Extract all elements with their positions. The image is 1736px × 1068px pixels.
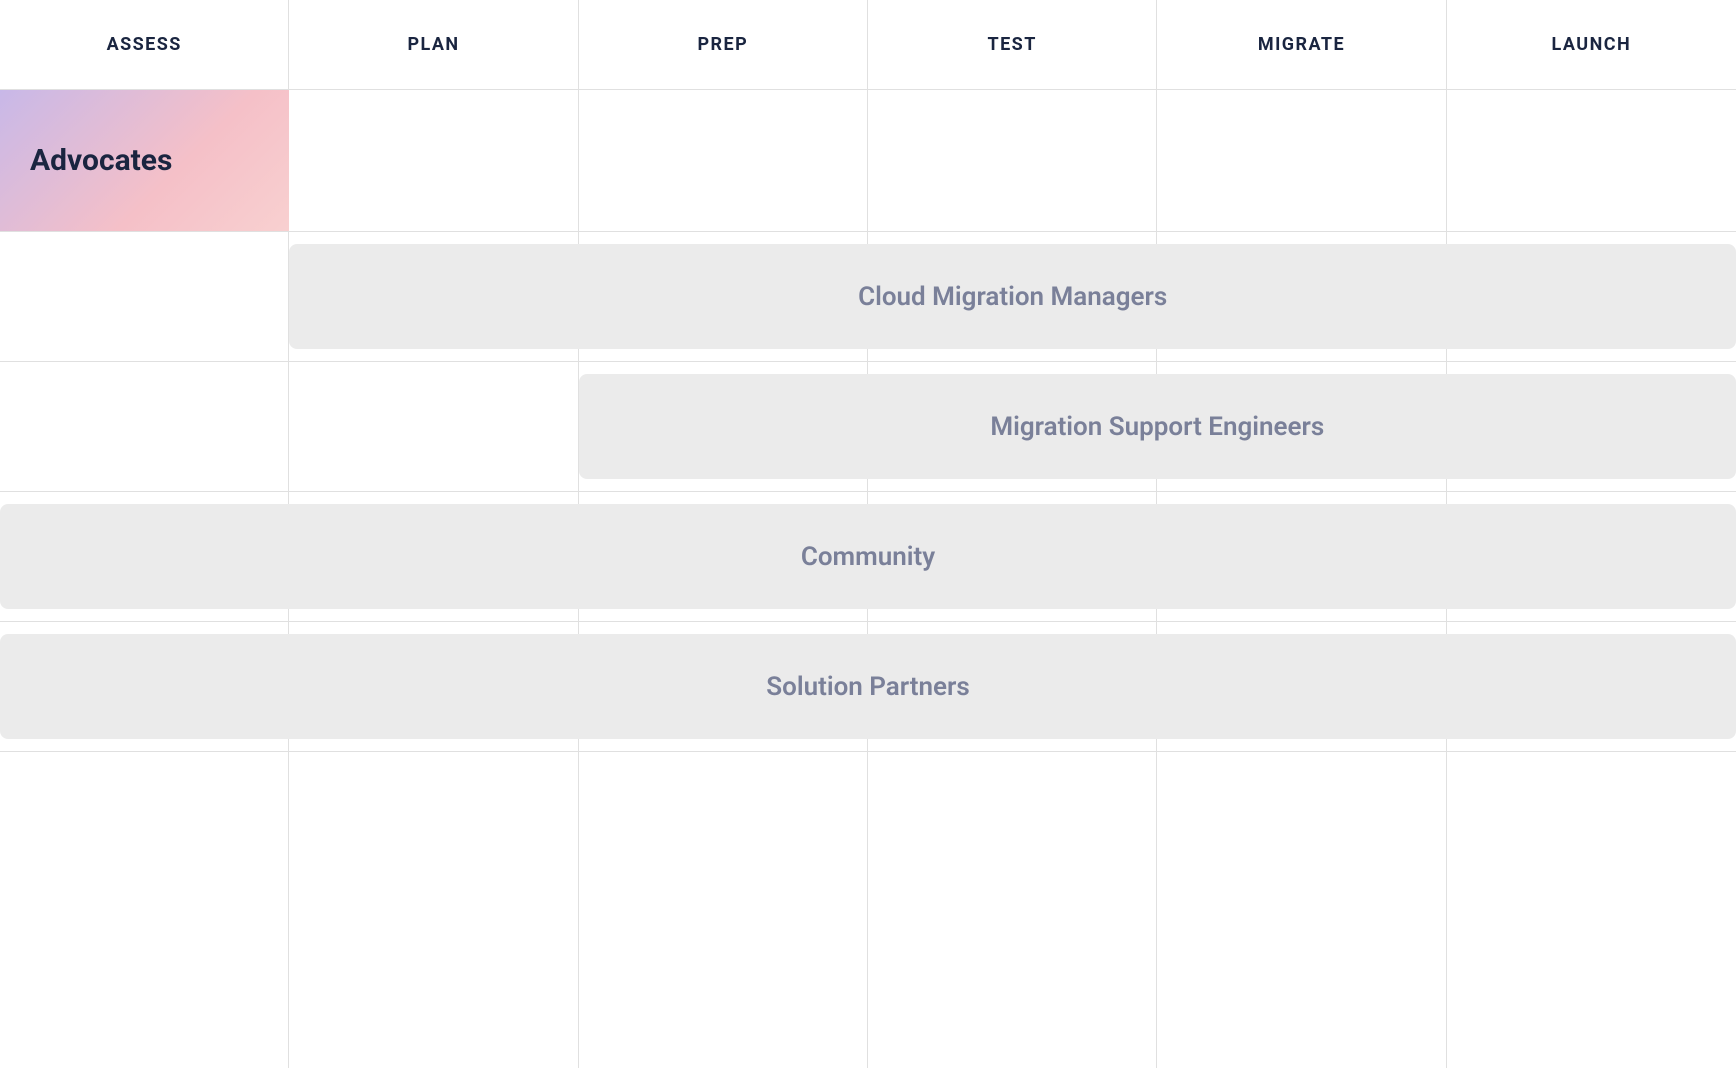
header-row: ASSESS PLAN PREP TEST MIGRATE LAUNCH [0,0,1736,90]
header-migrate: MIGRATE [1157,0,1446,89]
grid-lines-bottom [0,752,1736,1068]
community-band: Community [0,492,1736,622]
community-card: Community [0,504,1736,609]
cloud-migration-managers-label: Cloud Migration Managers [858,282,1167,312]
content-area: Advocates Cloud Migration Managers [0,90,1736,1068]
header-launch: LAUNCH [1447,0,1736,89]
community-label: Community [801,542,935,572]
migration-support-engineers-label: Migration Support Engineers [990,412,1324,442]
migration-support-engineers-band: Migration Support Engineers [0,362,1736,492]
solution-partners-card: Solution Partners [0,634,1736,739]
advocates-label: Advocates [30,143,172,178]
header-prep: PREP [579,0,868,89]
cloud-migration-managers-card: Cloud Migration Managers [289,244,1736,349]
main-grid: ASSESS PLAN PREP TEST MIGRATE LAUNCH [0,0,1736,1068]
migration-support-engineers-card: Migration Support Engineers [579,374,1736,479]
advocates-band: Advocates [0,90,1736,232]
header-test: TEST [868,0,1157,89]
header-assess: ASSESS [0,0,289,89]
bottom-band [0,752,1736,1068]
advocates-card: Advocates [0,90,289,231]
solution-partners-band: Solution Partners [0,622,1736,752]
cloud-migration-managers-band: Cloud Migration Managers [0,232,1736,362]
solution-partners-label: Solution Partners [766,672,970,702]
header-plan: PLAN [289,0,578,89]
